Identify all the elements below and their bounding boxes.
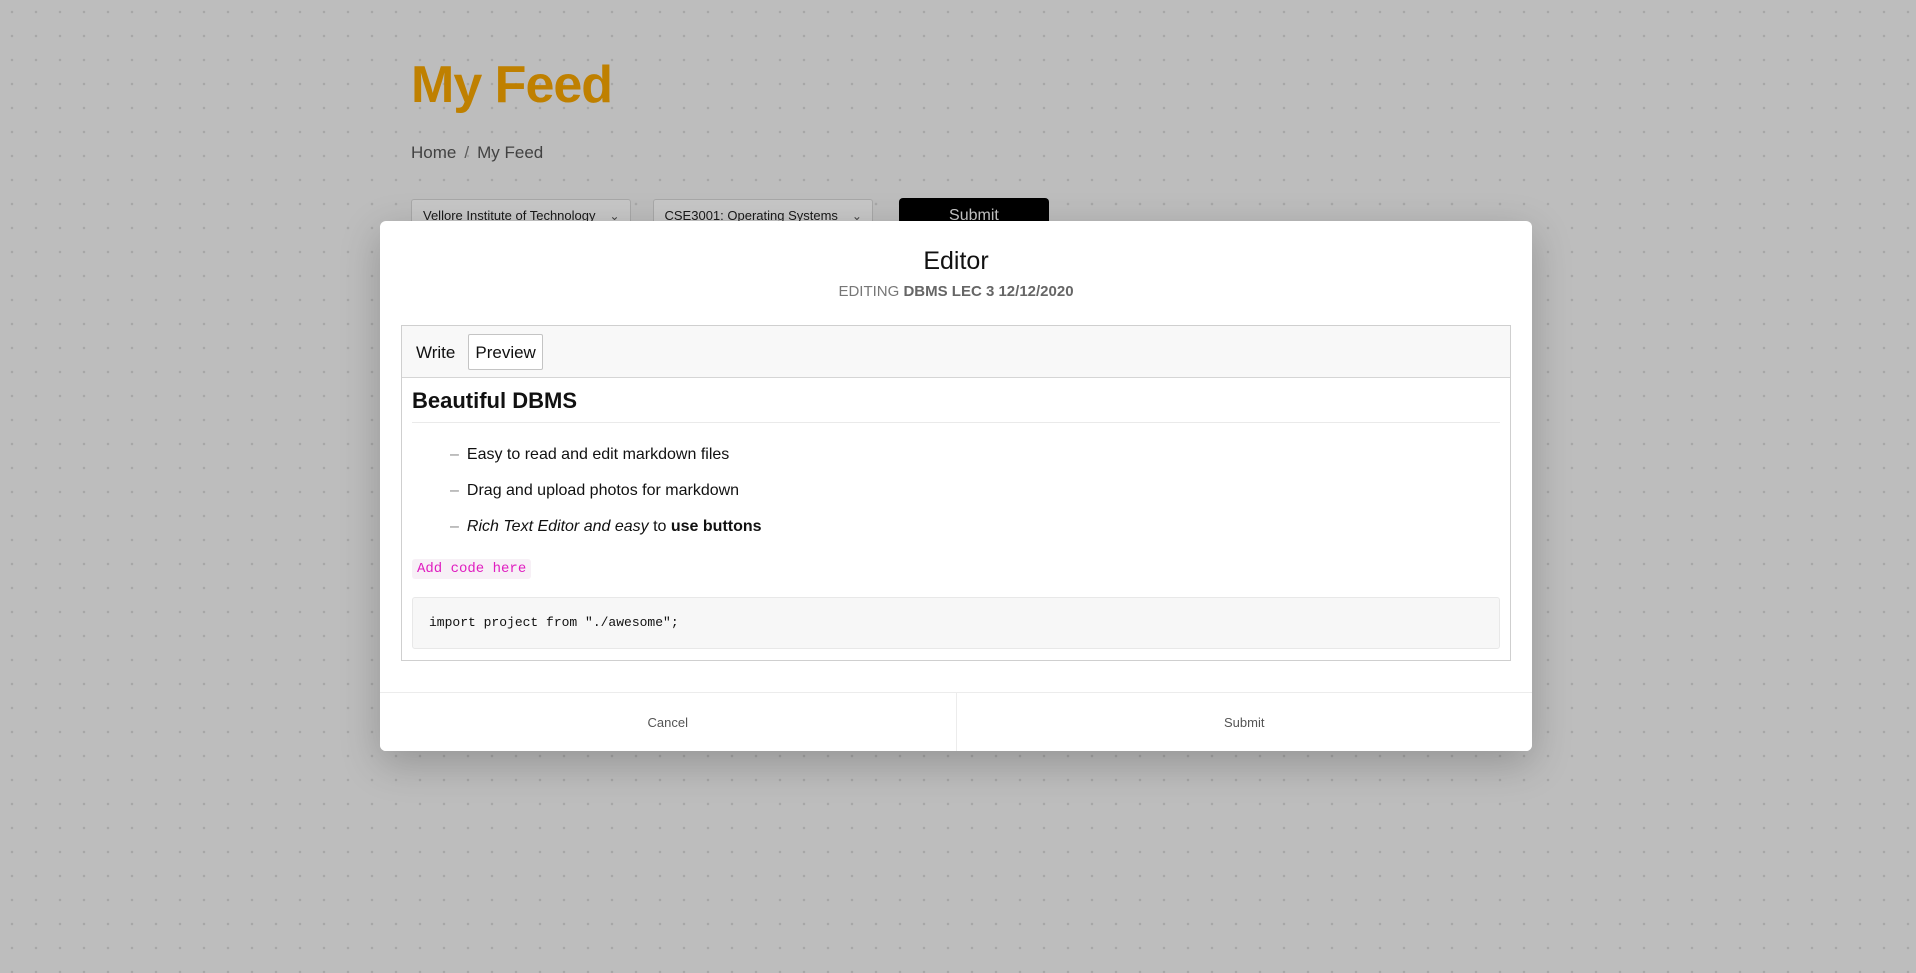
preview-pane: Beautiful DBMS – Easy to read and edit ma… (402, 378, 1510, 649)
preview-list: – Easy to read and edit markdown files – D… (412, 437, 1500, 545)
modal-subtitle: EDITING DBMS LEC 3 12/12/2020 (380, 283, 1532, 300)
tab-write[interactable]: Write (409, 334, 462, 370)
editor-toolbar: Write Preview (402, 326, 1510, 378)
cancel-button[interactable]: Cancel (380, 693, 956, 751)
list-item-text: Easy to read and edit markdown files (466, 446, 730, 463)
modal-footer: Cancel Submit (380, 692, 1532, 751)
list-item-text: Drag and upload photos for markdown (466, 482, 740, 499)
preview-heading: Beautiful DBMS (412, 388, 1500, 423)
list-item-middle: to (648, 518, 671, 535)
list-item: – Rich Text Editor and easy to use button… (450, 509, 1500, 545)
list-item-italic: Rich Text Editor and easy (466, 518, 649, 535)
inline-code: Add code here (412, 559, 532, 579)
modal-title: Editor (923, 247, 989, 275)
submit-button[interactable]: Submit (955, 693, 1532, 751)
markdown-editor: Write Preview Beautiful DBMS – Easy to re… (401, 325, 1511, 661)
modal-subtitle-name: DBMS LEC 3 12/12/2020 (903, 283, 1074, 300)
modal-subtitle-prefix: EDITING (838, 283, 900, 300)
list-item: – Drag and upload photos for markdown (450, 473, 1500, 509)
tab-preview[interactable]: Preview (468, 333, 543, 370)
code-block: import project from "./awesome"; (412, 597, 1500, 649)
list-item: – Easy to read and edit markdown files (450, 437, 1500, 473)
list-bullet: – (450, 482, 459, 499)
list-bullet: – (450, 518, 459, 535)
list-bullet: – (450, 446, 459, 463)
list-item-bold: use buttons (670, 518, 762, 535)
editor-modal: Editor EDITING DBMS LEC 3 12/12/2020 Wri… (380, 221, 1532, 751)
